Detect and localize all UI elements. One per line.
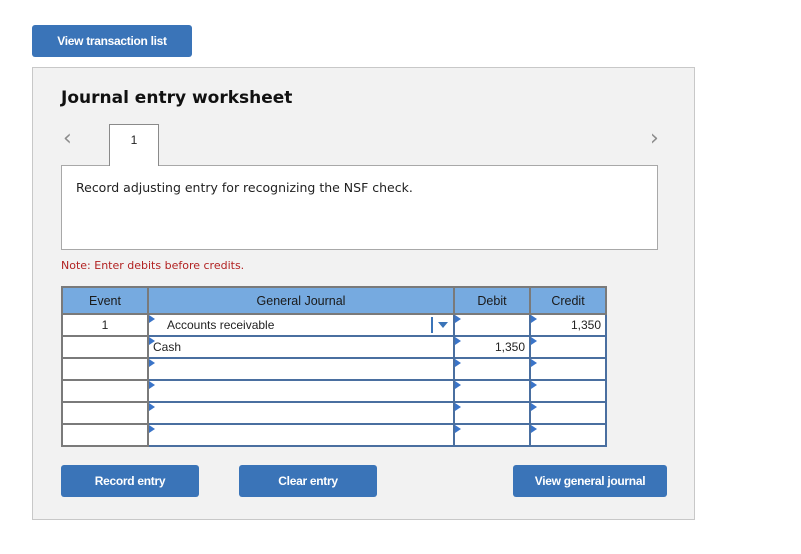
- debit-value: 1,350: [494, 340, 525, 354]
- account-input[interactable]: Accounts receivable: [147, 313, 455, 337]
- view-general-journal-button[interactable]: View general journal: [513, 465, 667, 497]
- cell-marker-icon: [149, 337, 155, 345]
- worksheet-title: Journal entry worksheet: [61, 88, 293, 108]
- journal-table: Event General Journal Debit Credit 1 Acco…: [61, 286, 607, 447]
- event-cell: [61, 401, 149, 425]
- debit-input[interactable]: [453, 401, 531, 425]
- account-input[interactable]: [147, 423, 455, 447]
- event-cell: [61, 335, 149, 359]
- account-input[interactable]: [147, 401, 455, 425]
- cell-marker-icon: [455, 381, 461, 389]
- debit-input[interactable]: [453, 379, 531, 403]
- event-cell: [61, 379, 149, 403]
- credit-input[interactable]: [529, 423, 607, 447]
- column-header-event: Event: [61, 286, 149, 315]
- cell-marker-icon: [455, 403, 461, 411]
- cell-marker-icon: [531, 403, 537, 411]
- cell-marker-icon: [455, 337, 461, 345]
- cell-marker-icon: [149, 381, 155, 389]
- cell-marker-icon: [455, 315, 461, 323]
- journal-entry-worksheet-panel: Journal entry worksheet ‹ › 1 Record adj…: [32, 67, 695, 520]
- cell-marker-icon: [149, 403, 155, 411]
- cell-marker-icon: [455, 425, 461, 433]
- tab-entry-1[interactable]: 1: [109, 124, 159, 166]
- table-row: [61, 423, 607, 447]
- chevron-right-icon[interactable]: ›: [650, 126, 659, 151]
- debit-input[interactable]: [453, 313, 531, 337]
- account-input[interactable]: [147, 379, 455, 403]
- column-header-credit: Credit: [529, 286, 607, 315]
- record-entry-button[interactable]: Record entry: [61, 465, 199, 497]
- clear-entry-button[interactable]: Clear entry: [239, 465, 377, 497]
- table-row: [61, 401, 607, 425]
- view-transaction-list-button[interactable]: View transaction list: [32, 25, 192, 57]
- event-cell: [61, 423, 149, 447]
- credit-input[interactable]: [529, 401, 607, 425]
- credit-input[interactable]: 1,350: [529, 313, 607, 337]
- table-row: [61, 357, 607, 381]
- cell-marker-icon: [149, 315, 155, 323]
- debit-input[interactable]: 1,350: [453, 335, 531, 359]
- cell-marker-icon: [531, 425, 537, 433]
- event-cell: [61, 357, 149, 381]
- event-cell: 1: [61, 313, 149, 337]
- credit-input[interactable]: [529, 357, 607, 381]
- cell-marker-icon: [149, 425, 155, 433]
- account-value: Cash: [153, 340, 182, 354]
- account-input[interactable]: [147, 357, 455, 381]
- account-value: Accounts receivable: [167, 318, 275, 332]
- entry-description: Record adjusting entry for recognizing t…: [61, 165, 658, 250]
- cell-marker-icon: [531, 315, 537, 323]
- debit-input[interactable]: [453, 423, 531, 447]
- column-header-debit: Debit: [453, 286, 531, 315]
- chevron-left-icon[interactable]: ‹: [63, 126, 72, 151]
- dropdown-arrow-icon[interactable]: [431, 317, 451, 333]
- table-row: Cash 1,350: [61, 335, 607, 359]
- table-row: 1 Accounts receivable 1,350: [61, 313, 607, 337]
- credit-input[interactable]: [529, 335, 607, 359]
- credit-value: 1,350: [570, 318, 601, 332]
- debit-input[interactable]: [453, 357, 531, 381]
- credit-input[interactable]: [529, 379, 607, 403]
- cell-marker-icon: [531, 359, 537, 367]
- cell-marker-icon: [531, 381, 537, 389]
- note-text: Note: Enter debits before credits.: [61, 259, 245, 272]
- table-row: [61, 379, 607, 403]
- table-header-row: Event General Journal Debit Credit: [61, 286, 607, 315]
- cell-marker-icon: [531, 337, 537, 345]
- account-input[interactable]: Cash: [147, 335, 455, 359]
- cell-marker-icon: [149, 359, 155, 367]
- cell-marker-icon: [455, 359, 461, 367]
- column-header-general-journal: General Journal: [147, 286, 455, 315]
